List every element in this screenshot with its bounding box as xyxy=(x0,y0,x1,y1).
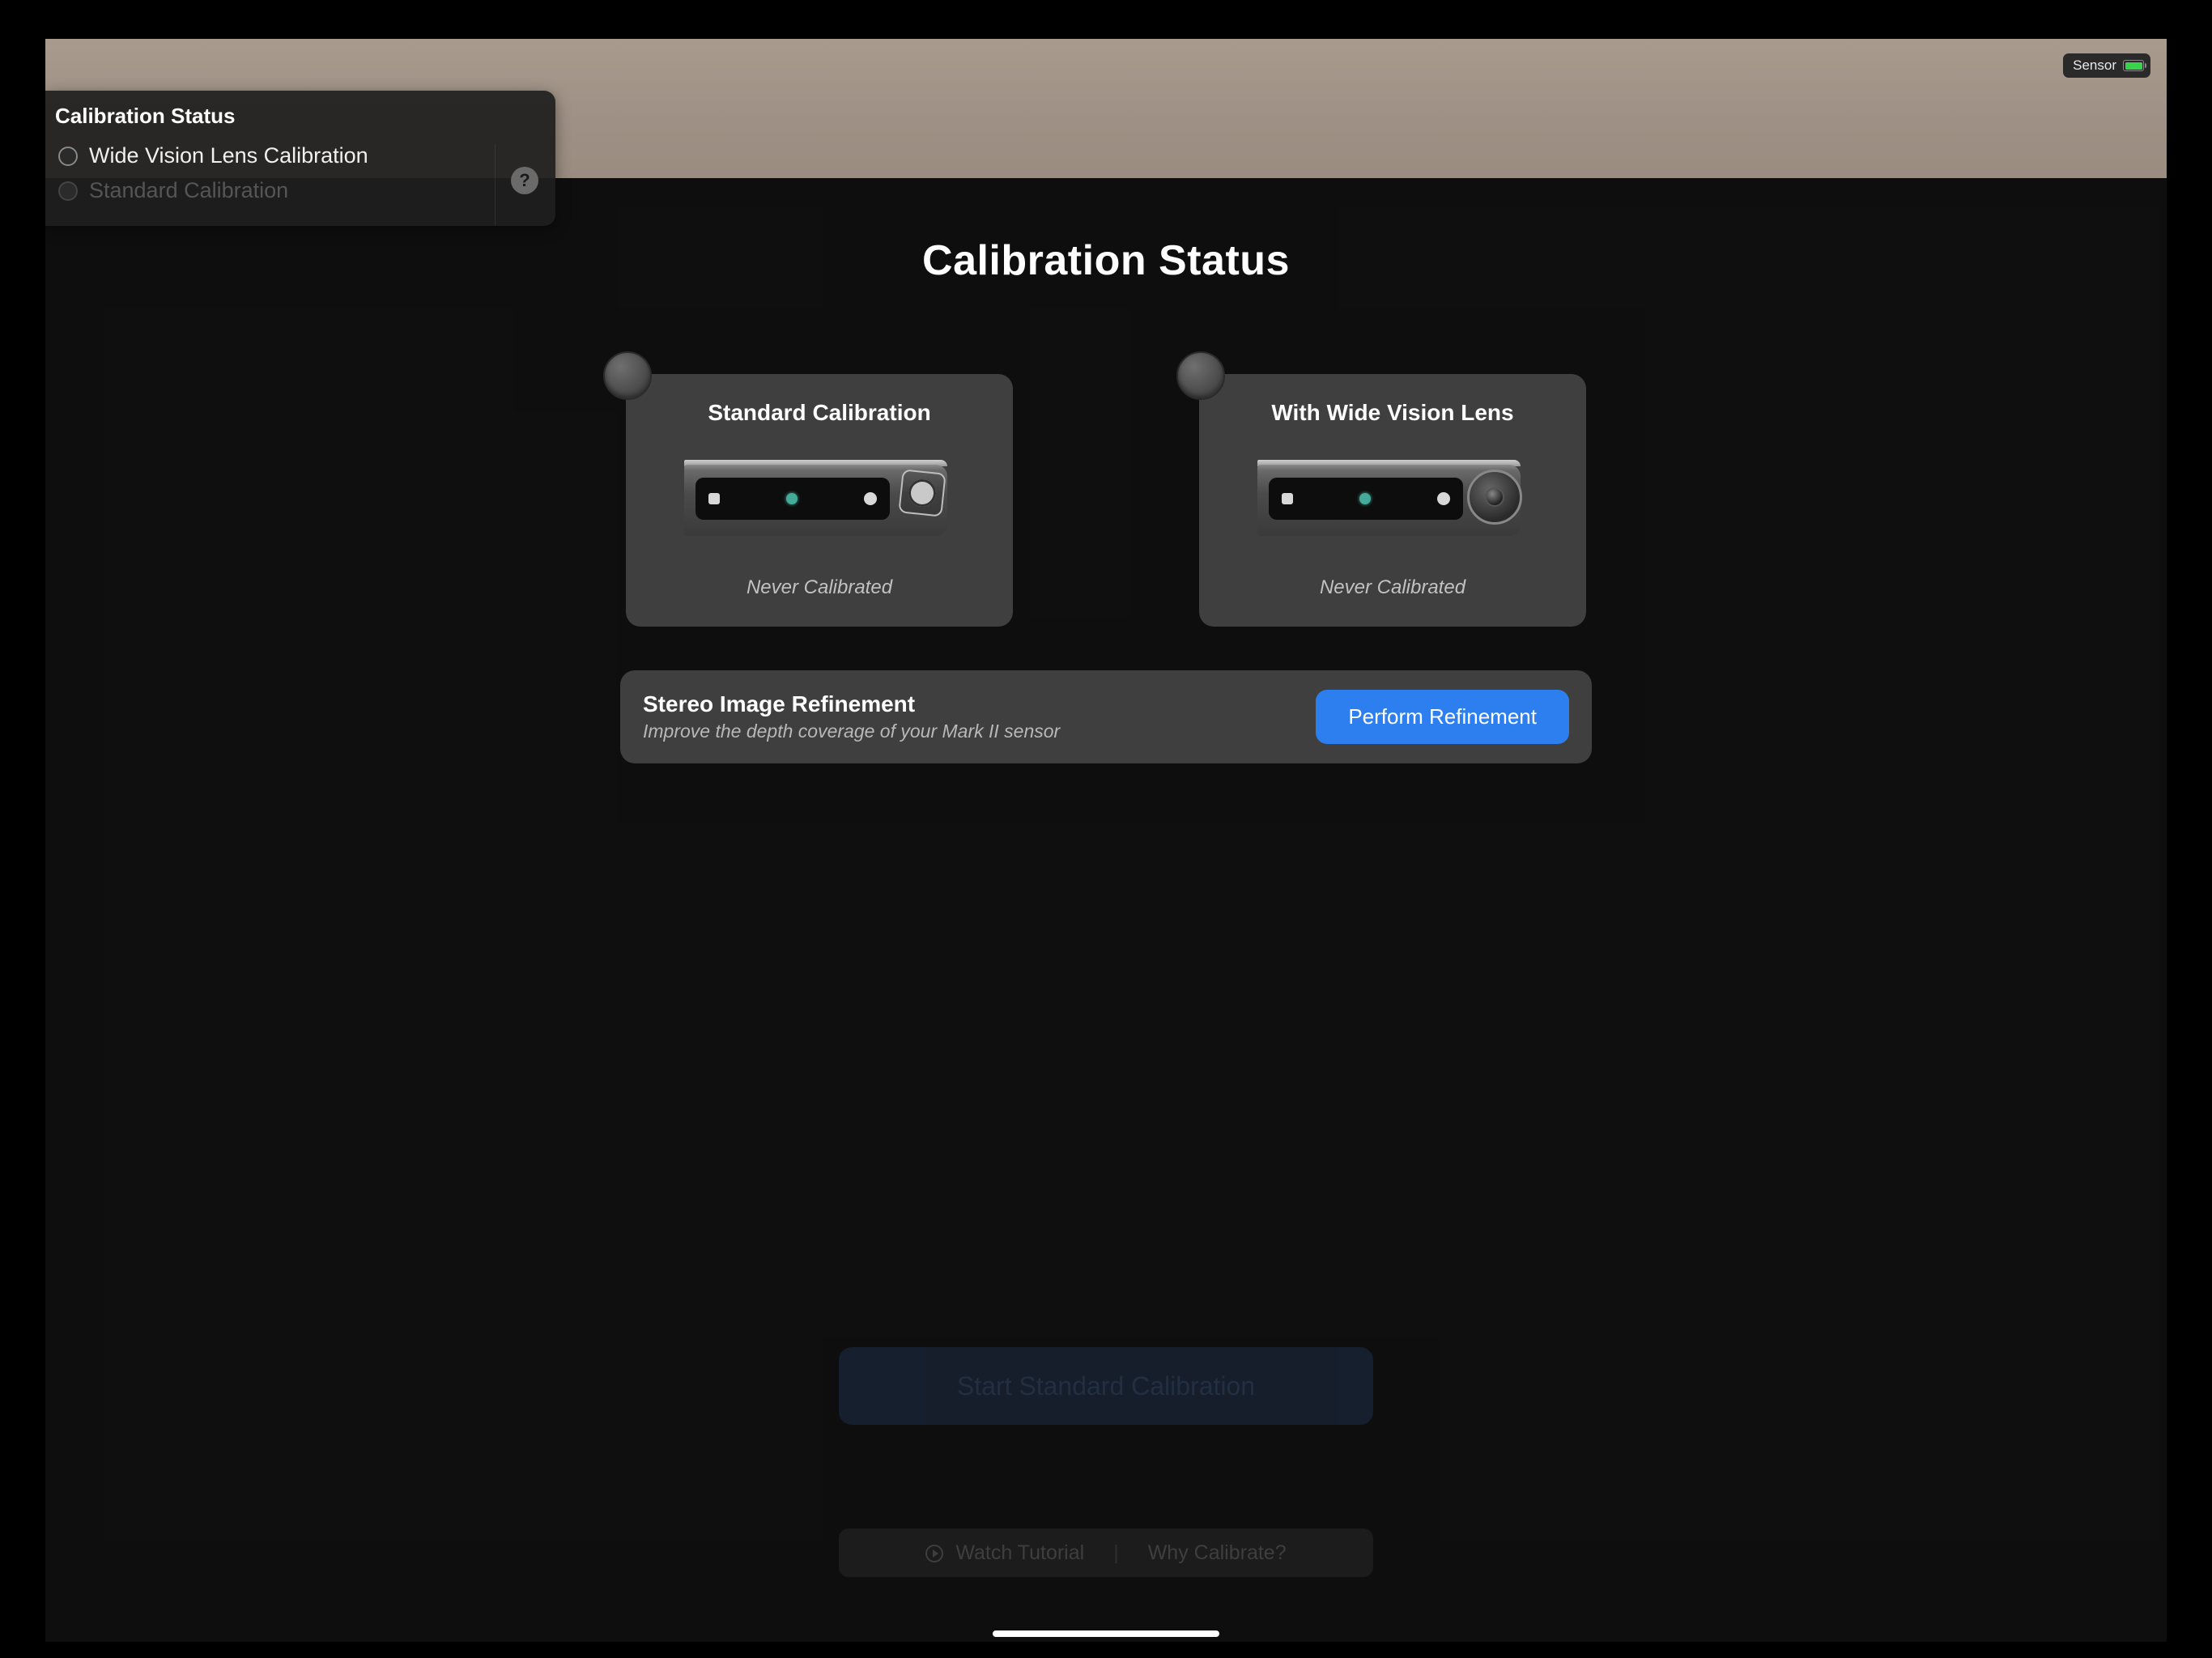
radio-empty-icon xyxy=(58,147,78,166)
card-title: Standard Calibration xyxy=(647,400,992,426)
side-item-label: Wide Vision Lens Calibration xyxy=(89,143,368,168)
status-indicator-dot[interactable] xyxy=(603,351,652,400)
sensor-illustration-widevision xyxy=(1257,447,1529,536)
card-status: Never Calibrated xyxy=(647,576,992,599)
footer-separator: | xyxy=(1113,1541,1119,1565)
wide-vision-lens-icon xyxy=(1467,470,1522,525)
calibration-cards: Standard Calibration Never Calibrated xyxy=(626,374,1586,627)
status-indicator-dot[interactable] xyxy=(1176,351,1225,400)
refinement-text: Stereo Image Refinement Improve the dept… xyxy=(643,691,1060,742)
wide-vision-card-wrap: With Wide Vision Lens Never Calibrated xyxy=(1199,374,1586,627)
wide-vision-calibration-card[interactable]: With Wide Vision Lens Never Calibrated xyxy=(1199,374,1586,627)
side-item-label: Standard Calibration xyxy=(89,178,288,203)
refinement-title: Stereo Image Refinement xyxy=(643,691,1060,717)
side-panel-list: Wide Vision Lens Calibration Standard Ca… xyxy=(45,138,555,208)
play-icon xyxy=(925,1545,943,1562)
stereo-refinement-bar: Stereo Image Refinement Improve the dept… xyxy=(620,670,1592,763)
card-title: With Wide Vision Lens xyxy=(1220,400,1565,426)
standard-calibration-card[interactable]: Standard Calibration Never Calibrated xyxy=(626,374,1013,627)
sensor-status-badge: Sensor xyxy=(2063,53,2150,78)
help-button[interactable]: ? xyxy=(511,167,538,194)
card-status: Never Calibrated xyxy=(1220,576,1565,599)
battery-icon xyxy=(2123,60,2144,71)
standard-calibration-card-wrap: Standard Calibration Never Calibrated xyxy=(626,374,1013,627)
radio-empty-icon xyxy=(58,181,78,201)
home-indicator[interactable] xyxy=(993,1630,1219,1637)
sensor-illustration-standard xyxy=(684,447,955,536)
app-screen: Sensor Calibration Status Standard Calib… xyxy=(45,39,2167,1642)
refinement-subtitle: Improve the depth coverage of your Mark … xyxy=(643,721,1060,742)
side-item-wide-vision[interactable]: Wide Vision Lens Calibration xyxy=(45,138,555,173)
perform-refinement-button[interactable]: Perform Refinement xyxy=(1316,690,1569,744)
footer-links: Watch Tutorial | Why Calibrate? xyxy=(839,1528,1373,1577)
watch-tutorial-link[interactable]: Watch Tutorial xyxy=(925,1541,1084,1565)
page-title: Calibration Status xyxy=(922,236,1290,285)
why-calibrate-link[interactable]: Why Calibrate? xyxy=(1148,1541,1287,1565)
side-panel-title: Calibration Status xyxy=(45,104,555,138)
sensor-label: Sensor xyxy=(2073,57,2116,74)
calibration-side-panel: Calibration Status Wide Vision Lens Cali… xyxy=(45,91,555,226)
side-item-standard[interactable]: Standard Calibration xyxy=(45,173,555,208)
start-calibration-button[interactable]: Start Standard Calibration xyxy=(839,1347,1373,1425)
no-lens-icon xyxy=(898,469,946,517)
